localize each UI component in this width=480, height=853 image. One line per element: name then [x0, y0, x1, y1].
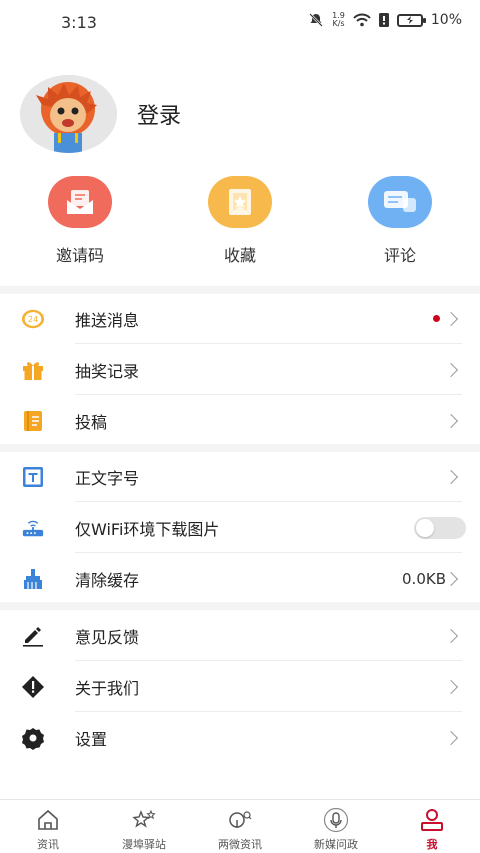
tab-civic-label: 新媒问政 — [314, 838, 358, 851]
wifi-only-images-label: 仅WiFi环境下载图片 — [75, 519, 220, 539]
bottom-tab-bar: 资讯 漫埠驿站 两微资讯 新媒问政 我 — [0, 799, 480, 853]
gear-icon — [21, 726, 45, 750]
invite-code-button[interactable]: 邀请码 — [0, 176, 160, 266]
wifi-only-toggle[interactable] — [414, 516, 466, 539]
microphone-icon — [323, 807, 349, 833]
font-size-row[interactable]: 正文字号 — [0, 451, 480, 502]
invite-code-label: 邀请码 — [55, 246, 104, 265]
envelope-icon — [48, 176, 112, 228]
home-icon — [35, 807, 61, 833]
unread-dot — [433, 315, 440, 322]
chat-bubbles-icon — [368, 176, 432, 228]
chevron-right-icon — [443, 413, 459, 428]
feedback-row[interactable]: 意见反馈 — [0, 610, 480, 661]
tab-station[interactable]: 漫埠驿站 — [96, 800, 192, 853]
info-diamond-icon — [21, 675, 45, 699]
weibo-icon — [227, 807, 253, 833]
alert-sim-icon — [378, 13, 389, 27]
push-badge-icon: 24 — [21, 307, 45, 331]
push-messages-row[interactable]: 24 推送消息 — [0, 293, 480, 344]
svg-text:24: 24 — [28, 314, 39, 324]
wifi-only-images-row: 仅WiFi环境下载图片 — [0, 502, 480, 553]
submit-article-label: 投稿 — [75, 412, 108, 432]
chevron-right-icon — [443, 571, 459, 586]
favorites-label: 收藏 — [223, 246, 256, 265]
tab-weibo-wechat[interactable]: 两微资讯 — [192, 800, 288, 853]
tab-civic[interactable]: 新媒问政 — [288, 800, 384, 853]
comments-label: 评论 — [383, 246, 416, 265]
tab-me[interactable]: 我 — [384, 800, 480, 853]
about-us-label: 关于我们 — [75, 678, 140, 698]
comments-button[interactable]: 评论 — [320, 176, 480, 266]
mascot-avatar-icon — [20, 75, 117, 153]
font-size-label: 正文字号 — [75, 468, 140, 488]
stars-icon — [131, 807, 157, 833]
feedback-label: 意见反馈 — [75, 627, 140, 647]
star-bookmark-icon — [208, 176, 272, 228]
pencil-icon — [21, 624, 45, 648]
submit-article-row[interactable]: 投稿 — [0, 395, 480, 446]
settings-row[interactable]: 设置 — [0, 712, 480, 763]
tab-me-label: 我 — [426, 838, 438, 851]
chevron-right-icon — [443, 679, 459, 694]
network-speed: 1.9 K/s — [332, 11, 345, 28]
avatar[interactable] — [20, 75, 117, 153]
about-us-row[interactable]: 关于我们 — [0, 661, 480, 712]
router-icon — [21, 516, 45, 540]
quick-actions: 邀请码 收藏 评论 — [0, 176, 480, 266]
chevron-right-icon — [443, 628, 459, 643]
lottery-records-row[interactable]: 抽奖记录 — [0, 344, 480, 395]
section-divider — [0, 602, 480, 610]
tab-news[interactable]: 资讯 — [0, 800, 96, 853]
profile-header[interactable]: 登录 — [20, 75, 181, 153]
status-time: 3:13 — [61, 13, 97, 32]
chevron-right-icon — [443, 730, 459, 745]
tab-station-label: 漫埠驿站 — [122, 838, 166, 851]
push-messages-label: 推送消息 — [75, 310, 140, 330]
cache-size-value: 0.0KB — [402, 569, 446, 588]
broom-icon — [21, 567, 45, 591]
chevron-right-icon — [443, 311, 459, 326]
text-size-icon — [21, 465, 45, 489]
tab-weibo-wechat-label: 两微资讯 — [218, 838, 262, 851]
wifi-icon — [353, 13, 371, 27]
lottery-records-label: 抽奖记录 — [75, 361, 140, 381]
gift-icon — [21, 358, 45, 382]
profile-page: 3:13 1.9 K/s 10% 登录 邀请码 收藏 评论 24 推送消息 抽奖… — [0, 0, 480, 853]
notebook-icon — [21, 409, 45, 433]
battery-icon — [396, 13, 426, 27]
tab-news-label: 资讯 — [37, 838, 59, 851]
clear-cache-row[interactable]: 清除缓存 0.0KB — [0, 553, 480, 604]
status-bar: 3:13 1.9 K/s 10% — [0, 0, 480, 46]
favorites-button[interactable]: 收藏 — [160, 176, 320, 266]
chevron-right-icon — [443, 469, 459, 484]
settings-label: 设置 — [75, 729, 108, 749]
user-icon — [419, 807, 445, 833]
mute-bell-icon — [309, 13, 324, 27]
battery-level: 10% — [430, 12, 462, 28]
chevron-right-icon — [443, 362, 459, 377]
clear-cache-label: 清除缓存 — [75, 570, 140, 590]
login-link[interactable]: 登录 — [137, 98, 181, 130]
